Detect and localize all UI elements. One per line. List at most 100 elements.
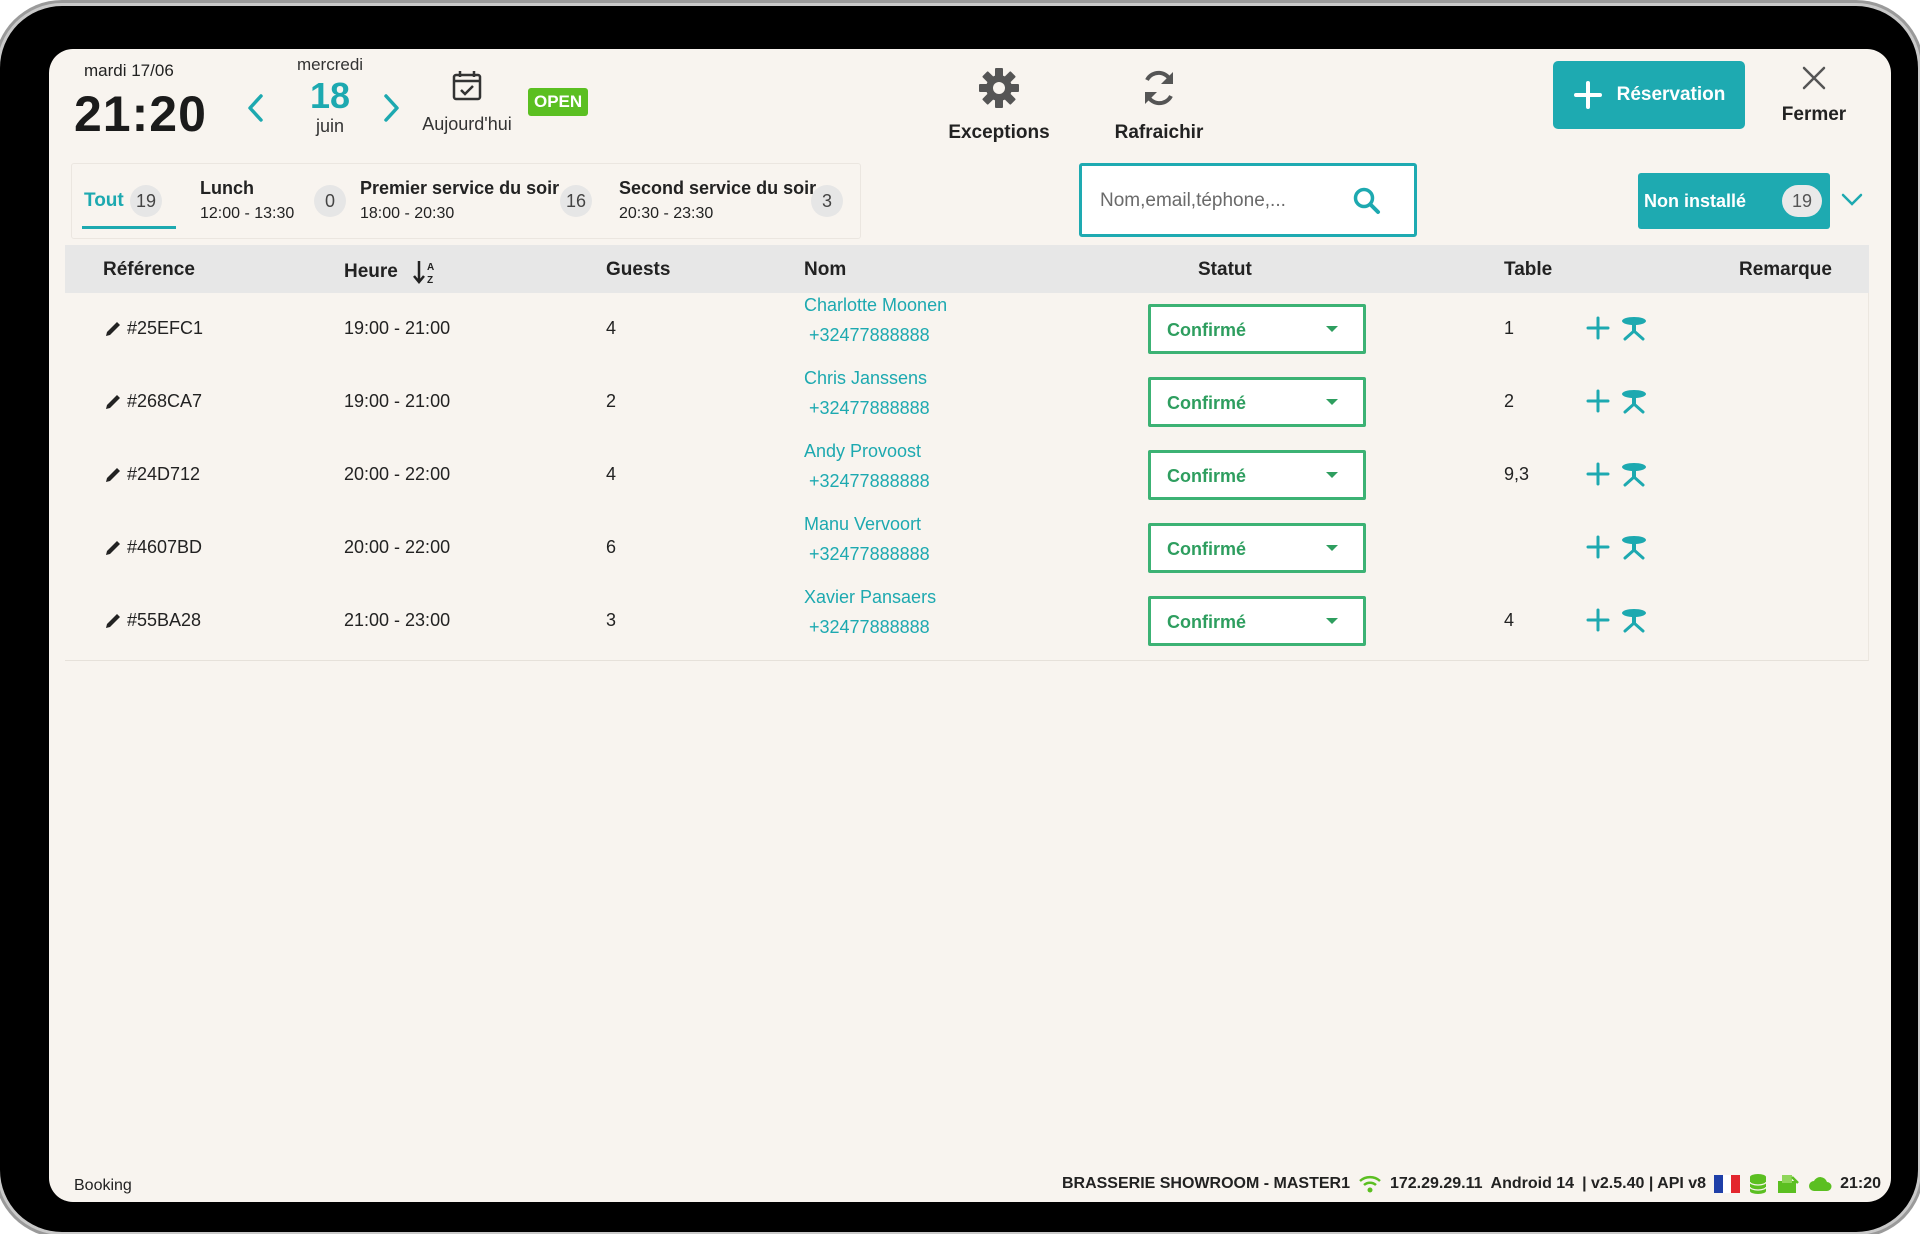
tab-label: Tout <box>84 190 124 211</box>
add-button[interactable] <box>1585 388 1611 419</box>
next-day-button[interactable] <box>374 86 408 130</box>
status-dropdown[interactable]: Confirmé <box>1148 523 1366 573</box>
day-number: 18 <box>309 75 351 116</box>
status-dropdown[interactable]: Confirmé <box>1148 377 1366 427</box>
caret-down-icon <box>1326 545 1338 551</box>
guest-phone-link[interactable]: +32477888888 <box>809 325 930 346</box>
exceptions-button[interactable]: Exceptions <box>939 67 1059 144</box>
guest-phone-link[interactable]: +32477888888 <box>809 617 930 638</box>
reservation-reference: #55BA28 <box>127 610 202 630</box>
status-dropdown[interactable]: Confirmé <box>1148 304 1366 354</box>
edit-reservation-button[interactable]: #268CA7 <box>103 391 202 412</box>
reservation-reference: #24D712 <box>127 464 201 484</box>
selected-day: mercredi 18 juin <box>285 55 375 137</box>
caret-down-icon <box>1326 399 1338 405</box>
edit-reservation-button[interactable]: #24D712 <box>103 464 200 485</box>
reservation-time: 20:00 - 22:00 <box>344 464 451 484</box>
add-button[interactable] <box>1585 607 1611 638</box>
tab-count: 3 <box>811 185 843 217</box>
guest-phone-link[interactable]: +32477888888 <box>809 398 930 419</box>
add-button[interactable] <box>1585 534 1611 565</box>
plus-icon <box>1586 389 1610 413</box>
add-button[interactable] <box>1585 461 1611 492</box>
table-number: 2 <box>1504 391 1515 411</box>
column-status: Statut <box>1198 259 1252 280</box>
column-guests: Guests <box>606 259 671 280</box>
tab-label: Premier service du soir <box>360 178 560 198</box>
pencil-icon <box>106 394 120 409</box>
caret-down-icon <box>1326 326 1338 332</box>
assign-table-button[interactable] <box>1619 388 1649 419</box>
guest-phone-link[interactable]: +32477888888 <box>809 471 930 492</box>
previous-day-button[interactable] <box>239 86 273 130</box>
sort-icon: A Z <box>412 261 434 285</box>
reservation-time: 21:00 - 23:00 <box>344 610 451 630</box>
assign-table-button[interactable] <box>1619 315 1649 346</box>
search-icon <box>1353 187 1380 214</box>
wifi-icon <box>1359 1176 1381 1193</box>
filter-count: 19 <box>1782 185 1822 217</box>
table-number: 1 <box>1504 318 1515 338</box>
guest-name-link[interactable]: Xavier Pansaers <box>804 587 936 608</box>
new-reservation-button[interactable]: Réservation <box>1553 61 1745 129</box>
guest-phone-link[interactable]: +32477888888 <box>809 544 930 565</box>
close-button[interactable]: Fermer <box>1769 63 1859 126</box>
guest-name-link[interactable]: Andy Provoost <box>804 441 921 462</box>
tab-second-evening-service[interactable]: Second service du soir 20:30 - 23:30 3 <box>619 164 859 238</box>
column-reference: Référence <box>103 259 195 280</box>
edit-reservation-button[interactable]: #25EFC1 <box>103 318 203 339</box>
guest-name-link[interactable]: Chris Janssens <box>804 368 927 389</box>
guest-name-link[interactable]: Charlotte Moonen <box>804 295 947 316</box>
open-status-badge: OPEN <box>528 88 589 116</box>
table-row: #4607BD 20:00 - 22:00 6 Manu Vervoort +32477… <box>65 512 1868 585</box>
seat-icon <box>1622 536 1646 560</box>
assign-table-button[interactable] <box>1619 461 1649 492</box>
gear-icon <box>979 68 1019 108</box>
table-row: #268CA7 19:00 - 21:00 2 Chris Janssens +3247… <box>65 366 1868 439</box>
status-dropdown[interactable]: Confirmé <box>1148 596 1366 646</box>
tab-all[interactable]: Tout 19 <box>72 164 200 238</box>
add-button[interactable] <box>1585 315 1611 346</box>
seat-icon <box>1622 609 1646 633</box>
caret-down-icon <box>1326 472 1338 478</box>
app-screen: mardi 17/06 21:20 mercredi 18 juin Aujou… <box>49 49 1891 1202</box>
table-number: 4 <box>1504 610 1515 630</box>
printer-icon <box>1778 1175 1799 1193</box>
tab-lunch[interactable]: Lunch 12:00 - 13:30 0 <box>200 164 352 238</box>
search-input[interactable] <box>1100 184 1340 218</box>
tab-count: 19 <box>130 185 162 217</box>
plus-icon <box>1586 608 1610 632</box>
column-remark: Remarque <box>1739 259 1832 280</box>
reservation-time: 19:00 - 21:00 <box>344 318 451 338</box>
guest-name-link[interactable]: Manu Vervoort <box>804 514 921 535</box>
today-label: Aujourd'hui <box>422 114 512 134</box>
reservation-time: 20:00 - 22:00 <box>344 537 451 557</box>
tab-time: 20:30 - 23:30 <box>619 205 714 222</box>
pencil-icon <box>106 467 120 482</box>
reservations-list: #25EFC1 19:00 - 21:00 4 Charlotte Moonen +32… <box>65 293 1869 661</box>
seating-filter-button[interactable]: Non installé 19 <box>1638 173 1830 229</box>
search-button[interactable] <box>1352 186 1382 221</box>
tab-label: Lunch <box>200 178 254 198</box>
edit-reservation-button[interactable]: #55BA28 <box>103 610 201 631</box>
status-dropdown[interactable]: Confirmé <box>1148 450 1366 500</box>
new-reservation-label: Réservation <box>1616 84 1726 105</box>
status-value: Confirmé <box>1167 539 1247 559</box>
refresh-button[interactable]: Rafraichir <box>1099 67 1219 144</box>
app-version: | v2.5.40 | API v8 <box>1582 1175 1707 1192</box>
assign-table-button[interactable] <box>1619 607 1649 638</box>
assign-table-button[interactable] <box>1619 534 1649 565</box>
guest-count: 4 <box>606 318 617 338</box>
today-button[interactable]: Aujourd'hui <box>417 69 517 135</box>
edit-reservation-button[interactable]: #4607BD <box>103 537 202 558</box>
filter-dropdown-toggle[interactable] <box>1839 187 1865 218</box>
reservation-reference: #268CA7 <box>127 391 203 411</box>
tab-first-evening-service[interactable]: Premier service du soir 18:00 - 20:30 16 <box>360 164 614 238</box>
chevron-left-icon <box>248 94 263 122</box>
column-table: Table <box>1504 259 1553 280</box>
venue-name: BRASSERIE SHOWROOM - MASTER1 <box>1061 1175 1350 1192</box>
column-time[interactable]: Heure A Z <box>344 259 440 285</box>
table-row: #25EFC1 19:00 - 21:00 4 Charlotte Moonen +32… <box>65 293 1868 366</box>
reservation-reference: #25EFC1 <box>127 318 204 338</box>
guest-count: 3 <box>606 610 617 630</box>
